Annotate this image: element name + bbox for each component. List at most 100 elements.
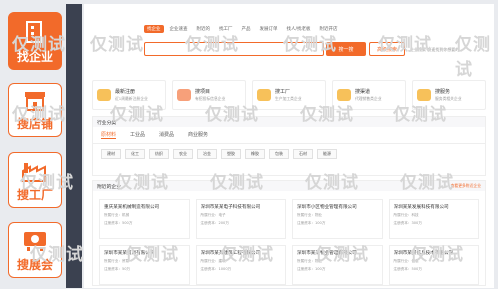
category-text: 搜服务 服务类相关企业 <box>435 88 462 102</box>
search-header: 找企业 企业速查 附近的 找工厂 产品 发展订单 找人/找老板 附近开店 搜一搜 高级搜索 企… <box>84 4 494 72</box>
category-card[interactable]: 搜服务 服务类相关企业 <box>412 80 486 110</box>
search-button[interactable]: 搜一搜 <box>326 42 366 56</box>
company-card[interactable]: 重庆某某机械制造有限公司 所属行业：机械 注册资本：500万 <box>99 199 190 239</box>
sidebar-item-find-company[interactable]: 找企业 <box>8 12 62 70</box>
company-capital: 注册资本：100万 <box>297 267 326 271</box>
category-icon <box>177 89 191 101</box>
main-panel: 找企业 企业速查 附近的 找工厂 产品 发展订单 找人/找老板 附近开店 搜一搜 高级搜索 企… <box>84 4 494 288</box>
keyword-chip[interactable]: 能源 <box>317 149 337 159</box>
search-tabs: 找企业 企业速查 附近的 找工厂 产品 发展订单 找人/找老板 附近开店 <box>144 25 341 33</box>
sidebar-item-shop[interactable]: 搜店铺 <box>8 83 62 137</box>
category-subtitle: 近1周最新注册企业 <box>115 96 148 101</box>
sidebar-item-factory[interactable]: 搜工厂 <box>8 152 62 208</box>
company-name: 深圳某某发展科技有限公司 <box>393 205 449 210</box>
company-capital: 注册资本：500万 <box>393 267 422 271</box>
nearby-section: 附近的企业 查看更多附近企业 重庆某某机械制造有限公司 所属行业：机械 注册资本：5… <box>92 180 486 286</box>
company-grid: 重庆某某机械制造有限公司 所属行业：机械 注册资本：500万 深圳市某某电子科技有限公… <box>93 191 485 289</box>
category-subtitle: 服务类相关企业 <box>435 96 462 101</box>
keyword-chip[interactable]: 纺织 <box>149 149 169 159</box>
company-name: 深圳市小区物业管理有限公司 <box>297 205 357 210</box>
tab-item[interactable]: 找工厂 <box>216 25 236 33</box>
category-card[interactable]: 最新注册 近1周最新注册企业 <box>92 80 166 110</box>
company-industry: 所属行业：物业 <box>297 259 323 263</box>
category-icon <box>337 89 351 101</box>
company-name: 深圳市某某建筑工程有限公司 <box>200 251 261 256</box>
industry-tab[interactable]: 原材料 <box>101 131 117 139</box>
company-industry: 所属行业：建筑 <box>200 259 226 263</box>
keyword-chip[interactable]: 建材 <box>101 149 121 159</box>
tab-item[interactable]: 发展订单 <box>257 25 281 33</box>
nearby-header: 附近的企业 查看更多附近企业 <box>93 181 485 191</box>
search-tip: 企业搜索·快速找到你想要的 <box>410 47 460 52</box>
category-text: 最新注册 近1周最新注册企业 <box>115 88 148 102</box>
company-card[interactable]: 深圳市小区物业管理有限公司 所属行业：物业 注册资本：100万 <box>292 199 383 239</box>
category-icon <box>97 89 111 101</box>
company-name: 深圳市某某电子科技有限公司 <box>200 205 261 210</box>
industry-section: 行业分类 原材料 工业品 消费品 商业服务 建材 化工 纺织 农业 冶金 塑胶 橡胶 包装 石材 能源 <box>92 116 486 176</box>
category-title: 搜渠道 <box>355 89 371 95</box>
category-text: 搜项目 有招投标信息企业 <box>195 88 225 102</box>
category-card[interactable]: 搜工厂 生产加工类企业 <box>252 80 326 110</box>
industry-tab[interactable]: 商业服务 <box>188 131 208 139</box>
company-industry: 所属行业：机械 <box>104 213 130 217</box>
tab-item[interactable]: 找人/找老板 <box>284 25 314 33</box>
industry-tab[interactable]: 工业品 <box>130 131 145 139</box>
company-name: 深圳市某某贸易有限公司 <box>104 251 155 256</box>
category-text: 搜工厂 生产加工类企业 <box>275 88 302 102</box>
category-icon <box>257 89 271 101</box>
keyword-chip[interactable]: 石材 <box>293 149 313 159</box>
sidebar-item-label: 找企业 <box>16 50 53 64</box>
category-card[interactable]: 搜项目 有招投标信息企业 <box>172 80 246 110</box>
keyword-chip[interactable]: 化工 <box>125 149 145 159</box>
keyword-chip[interactable]: 冶金 <box>197 149 217 159</box>
category-card[interactable]: 搜渠道 代理销售类企业 <box>332 80 406 110</box>
category-subtitle: 生产加工类企业 <box>275 96 302 101</box>
keyword-chip[interactable]: 橡胶 <box>245 149 265 159</box>
category-title: 搜工厂 <box>275 89 291 95</box>
keyword-chip[interactable]: 农业 <box>173 149 193 159</box>
tab-item[interactable]: 附近的 <box>194 25 214 33</box>
company-capital: 注册资本：300万 <box>393 221 422 225</box>
dark-strip <box>66 4 82 288</box>
keyword-chip[interactable]: 塑胶 <box>221 149 241 159</box>
keyword-chip[interactable]: 包装 <box>269 149 289 159</box>
factory-icon <box>22 163 46 182</box>
category-title: 搜服务 <box>435 89 451 95</box>
company-card[interactable]: 深圳市某某信息技术有限公司 所属行业：信息 注册资本：500万 <box>388 245 479 285</box>
tab-item[interactable]: 找企业 <box>144 25 164 33</box>
sidebar-item-exhibition[interactable]: 搜展会 <box>8 222 62 278</box>
category-title: 最新注册 <box>115 89 136 95</box>
sidebar-item-label: 搜工厂 <box>16 188 53 202</box>
category-icon <box>417 89 431 101</box>
advanced-search-button[interactable]: 高级搜索 <box>369 42 405 56</box>
tab-item[interactable]: 企业速查 <box>167 25 191 33</box>
search-input[interactable] <box>144 42 324 56</box>
tab-item[interactable]: 产品 <box>239 25 254 33</box>
company-card[interactable]: 深圳市某某物业管理有限公司 所属行业：物业 注册资本：100万 <box>292 245 383 285</box>
company-name: 深圳市某某信息技术有限公司 <box>393 251 454 256</box>
industry-keywords: 建材 化工 纺织 农业 冶金 塑胶 橡胶 包装 石材 能源 <box>93 144 485 164</box>
category-row: 最新注册 近1周最新注册企业 搜项目 有招投标信息企业 搜工厂 生产加工类企业 搜渠道 代理销… <box>92 80 486 110</box>
exhibition-icon <box>24 232 46 251</box>
industry-tab[interactable]: 消费品 <box>159 131 174 139</box>
company-card[interactable]: 深圳市某某建筑工程有限公司 所属行业：建筑注册资本：1000万 <box>195 245 286 285</box>
storefront-icon <box>25 92 45 111</box>
company-industry: 所属行业：科技 <box>393 213 419 217</box>
category-text: 搜渠道 代理销售类企业 <box>355 88 382 102</box>
more-link[interactable]: 查看更多附近企业 <box>451 183 481 189</box>
category-title: 搜项目 <box>195 89 211 95</box>
company-capital: 注册资本：50万 <box>104 267 131 271</box>
industry-title: 行业分类 <box>93 117 485 127</box>
category-subtitle: 代理销售类企业 <box>355 96 382 101</box>
industry-tabs: 原材料 工业品 消费品 商业服务 <box>93 127 485 144</box>
company-card[interactable]: 深圳市某某电子科技有限公司 所属行业：电子 注册资本：200万 <box>195 199 286 239</box>
company-industry: 所属行业：贸易 <box>104 259 130 263</box>
company-capital: 注册资本：500万 <box>104 221 133 225</box>
company-industry: 所属行业：信息 <box>393 259 419 263</box>
tab-item[interactable]: 附近开店 <box>317 25 341 33</box>
company-card[interactable]: 深圳市某某贸易有限公司 所属行业：贸易 注册资本：50万 <box>99 245 190 285</box>
company-card[interactable]: 深圳某某发展科技有限公司 所属行业：科技 注册资本：300万 <box>388 199 479 239</box>
category-subtitle: 有招投标信息企业 <box>195 96 226 101</box>
company-capital: 注册资本：1000万 <box>200 267 232 271</box>
company-capital: 注册资本：200万 <box>200 221 229 225</box>
